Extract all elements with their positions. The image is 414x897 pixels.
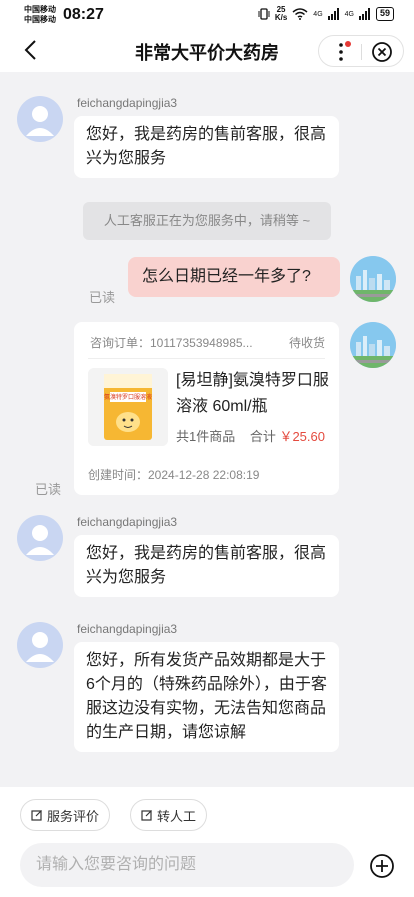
sender-name: feichangdapingjia3 [77,96,178,110]
total-label: 合计 [249,429,276,444]
edit-icon [31,810,42,821]
vibrate-icon [258,8,270,20]
rate-service-label: 服务评价 [47,808,100,824]
status-bar: 中国移动 中国移动 08:27 25 K/s 4G 4G 59 [0,0,414,30]
wifi-icon [292,8,308,20]
order-number: 咨询订单：10117353948985... [90,336,253,350]
signal-2-label: 4G [344,10,354,18]
more-vertical-icon[interactable] [331,40,351,64]
message-bubble: 您好，我是药房的售前客服，很高兴为您服务 [74,116,339,178]
message-input[interactable] [20,843,354,887]
product-image: 氨溴特罗口服溶液 [88,368,168,446]
signal-2-icon [358,8,370,20]
signal-1-icon [327,8,339,20]
transfer-agent-label: 转人工 [157,808,197,824]
clock: 08:27 [63,6,104,23]
product-name: [易坦静]氨溴特罗口服溶液 60ml/瓶 [176,372,329,415]
net-speed: 25 K/s [274,5,288,22]
message-bubble: 您好，所有发货产品效期都是大于6个月的（特殊药品除外），由于客服这边没有实物，无… [74,642,339,752]
order-total: 合计 ￥25.60 [250,426,325,445]
mini-program-capsule [318,35,404,67]
rate-service-button[interactable]: 服务评价 [20,799,111,831]
carrier-labels: 中国移动 中国移动 [24,5,56,25]
sender-name: feichangdapingjia3 [77,622,178,636]
user-avatar [350,322,396,368]
message-bubble: 您好，我是药房的售前客服，很高兴为您服务 [74,535,339,597]
capsule-divider [361,44,362,60]
carrier-2: 中国移动 [24,15,56,24]
battery-icon: 59 [375,7,394,21]
read-status: 已读 [35,482,62,497]
outgoing-message-bubble: 怎么日期已经一年多了? [128,257,340,297]
sender-name: feichangdapingjia3 [77,515,178,529]
nav-bar: 非常大平价大药房 [0,30,414,72]
signal-1-label: 4G [313,10,323,18]
status-icons: 25 K/s 4G 4G 59 [258,6,394,22]
read-status: 已读 [89,290,116,305]
agent-avatar [17,622,63,668]
carrier-1: 中国移动 [24,5,56,14]
order-status: 待收货 [288,336,325,350]
bottom-bar: 服务评价 转人工 [0,787,414,897]
edit-icon [141,810,152,821]
transfer-agent-button[interactable]: 转人工 [130,799,208,831]
order-card[interactable]: 咨询订单：10117353948985... 待收货 氨溴特罗口服溶液 [易坦静… [74,322,339,495]
agent-avatar [17,515,63,561]
agent-avatar [17,96,63,142]
user-avatar [350,256,396,302]
order-created-time: 创建时间：2024-12-28 22:08:19 [88,468,260,482]
add-circle-icon[interactable] [369,853,395,879]
total-price: ￥25.60 [279,429,325,444]
system-message: 人工客服正在为您服务中，请稍等 ~ [83,202,331,240]
close-circle-icon[interactable] [371,41,393,63]
product-quantity: 共1件商品 [176,429,236,444]
divider [88,358,325,359]
product-box-text: 氨溴特罗口服溶液 [104,393,152,401]
